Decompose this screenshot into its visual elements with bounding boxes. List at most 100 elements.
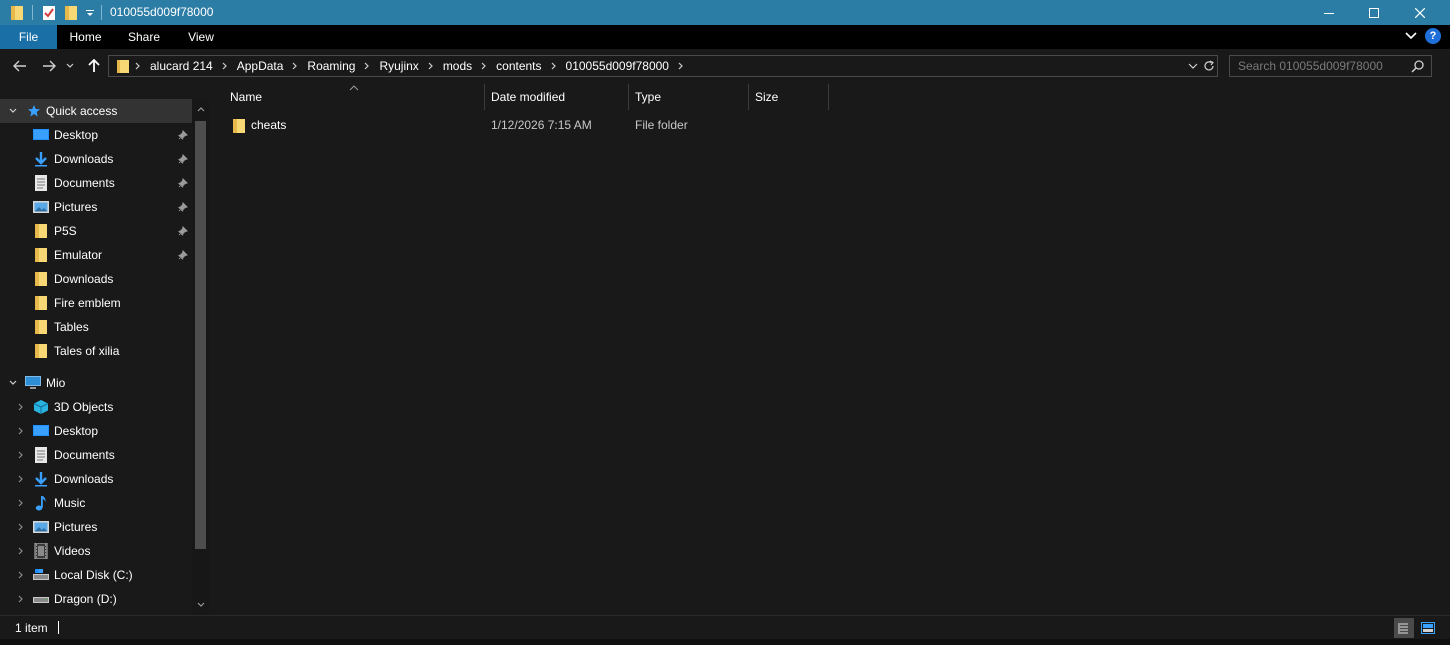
chevron-right-icon[interactable]	[15, 448, 27, 462]
help-icon[interactable]: ?	[1425, 28, 1441, 44]
sidebar-item-downloads[interactable]: Downloads	[0, 147, 192, 171]
column-divider[interactable]	[628, 84, 629, 110]
chevron-down-icon[interactable]	[7, 104, 19, 118]
sidebar-item-music[interactable]: Music	[0, 491, 192, 515]
pin-icon[interactable]	[177, 249, 189, 261]
sidebar-item-label: Documents	[54, 176, 115, 190]
file-list-area[interactable]	[212, 83, 1438, 615]
chevron-right-icon[interactable]	[676, 56, 686, 76]
chevron-right-icon[interactable]	[15, 496, 27, 510]
back-button[interactable]	[9, 55, 31, 77]
chevron-right-icon[interactable]	[549, 56, 559, 76]
breadcrumb-item[interactable]: alucard 214	[143, 56, 220, 76]
tab-file[interactable]: File	[0, 25, 57, 49]
search-box[interactable]	[1229, 55, 1432, 77]
pictures-icon	[33, 519, 49, 535]
breadcrumb-item[interactable]: mods	[436, 56, 479, 76]
chevron-right-icon[interactable]	[15, 424, 27, 438]
chevron-right-icon[interactable]	[133, 56, 143, 76]
search-input[interactable]	[1230, 56, 1410, 76]
sidebar-item-pictures[interactable]: Pictures	[0, 195, 192, 219]
maximize-button[interactable]	[1351, 0, 1397, 25]
breadcrumb-item[interactable]: AppData	[230, 56, 291, 76]
sidebar-item-videos[interactable]: Videos	[0, 539, 192, 563]
tab-share[interactable]: Share	[114, 25, 174, 49]
address-bar[interactable]: alucard 214 AppData Roaming Ryujinx mods…	[108, 55, 1218, 77]
sidebar-item-label: Quick access	[46, 104, 118, 118]
minimize-button[interactable]	[1306, 0, 1352, 25]
column-divider[interactable]	[484, 84, 485, 110]
sidebar-item-dragon-d[interactable]: Dragon (D:)	[0, 587, 192, 611]
column-divider[interactable]	[748, 84, 749, 110]
column-divider[interactable]	[828, 84, 829, 110]
sidebar-item-quick-access[interactable]: Quick access	[0, 99, 192, 123]
separator	[32, 5, 33, 20]
up-button[interactable]	[83, 55, 105, 77]
chevron-right-icon[interactable]	[15, 568, 27, 582]
scrollbar-thumb[interactable]	[195, 121, 206, 549]
pin-icon[interactable]	[177, 153, 189, 165]
pin-icon[interactable]	[177, 129, 189, 141]
column-header-date-modified[interactable]: Date modified	[491, 84, 621, 110]
close-button[interactable]	[1397, 0, 1443, 25]
sidebar-item-label: Tales of xilia	[54, 344, 120, 358]
new-folder-icon[interactable]	[62, 0, 80, 25]
breadcrumb-item[interactable]: contents	[489, 56, 548, 76]
search-icon[interactable]	[1411, 59, 1425, 73]
chevron-right-icon[interactable]	[15, 472, 27, 486]
refresh-icon[interactable]	[1201, 58, 1217, 74]
chevron-right-icon[interactable]	[220, 56, 230, 76]
chevron-right-icon[interactable]	[15, 544, 27, 558]
pin-icon[interactable]	[177, 225, 189, 237]
breadcrumb-item[interactable]: Ryujinx	[372, 56, 425, 76]
large-icons-view-button[interactable]	[1418, 618, 1438, 638]
sidebar-item-label: P5S	[54, 224, 77, 238]
sidebar-item-3d-objects[interactable]: 3D Objects	[0, 395, 192, 419]
sidebar-scrollbar[interactable]	[192, 99, 209, 615]
chevron-right-icon[interactable]	[290, 56, 300, 76]
recent-locations-icon[interactable]	[63, 55, 77, 77]
sidebar-item-pictures-pc[interactable]: Pictures	[0, 515, 192, 539]
sidebar-item-downloads-pc[interactable]: Downloads	[0, 467, 192, 491]
column-header-size[interactable]: Size	[755, 84, 825, 110]
navigation-pane: Quick access Desktop Downloads Documents…	[0, 99, 210, 615]
chevron-right-icon[interactable]	[15, 520, 27, 534]
details-view-button[interactable]	[1394, 618, 1414, 638]
scroll-up-icon[interactable]	[195, 103, 206, 115]
tab-home[interactable]: Home	[57, 25, 114, 49]
sidebar-item-desktop-pc[interactable]: Desktop	[0, 419, 192, 443]
folder-icon	[33, 343, 49, 359]
sidebar-item-tales-of-xilia[interactable]: Tales of xilia	[0, 339, 192, 363]
forward-button[interactable]	[38, 55, 60, 77]
pin-icon[interactable]	[177, 177, 189, 189]
chevron-down-icon[interactable]	[7, 376, 19, 390]
sidebar-item-documents[interactable]: Documents	[0, 171, 192, 195]
sidebar-item-this-pc[interactable]: Mio	[0, 371, 192, 395]
file-row[interactable]: cheats 1/12/2026 7:15 AM File folder	[224, 114, 1224, 137]
breadcrumb-item[interactable]: 010055d009f78000	[559, 56, 676, 76]
sidebar-item-local-disk-c[interactable]: Local Disk (C:)	[0, 563, 192, 587]
sidebar-item-tables[interactable]: Tables	[0, 315, 192, 339]
scroll-down-icon[interactable]	[195, 599, 206, 611]
pin-icon[interactable]	[177, 201, 189, 213]
sidebar-item-p5s[interactable]: P5S	[0, 219, 192, 243]
expand-ribbon-icon[interactable]	[1403, 28, 1419, 44]
chevron-right-icon[interactable]	[362, 56, 372, 76]
sidebar-item-documents-pc[interactable]: Documents	[0, 443, 192, 467]
tab-view[interactable]: View	[174, 25, 228, 49]
chevron-right-icon[interactable]	[426, 56, 436, 76]
status-bar: 1 item	[0, 615, 1450, 639]
sidebar-item-emulator[interactable]: Emulator	[0, 243, 192, 267]
sidebar-item-fire-emblem[interactable]: Fire emblem	[0, 291, 192, 315]
customize-toolbar-icon[interactable]	[84, 0, 96, 25]
properties-icon[interactable]	[40, 0, 58, 25]
chevron-right-icon[interactable]	[15, 400, 27, 414]
chevron-right-icon[interactable]	[15, 592, 27, 606]
sidebar-item-desktop[interactable]: Desktop	[0, 123, 192, 147]
sidebar-item-downloads-folder[interactable]: Downloads	[0, 267, 192, 291]
chevron-right-icon[interactable]	[479, 56, 489, 76]
column-header-name[interactable]: Name	[230, 84, 480, 110]
column-header-type[interactable]: Type	[635, 84, 745, 110]
breadcrumb-item[interactable]: Roaming	[300, 56, 362, 76]
address-history-icon[interactable]	[1185, 58, 1201, 74]
